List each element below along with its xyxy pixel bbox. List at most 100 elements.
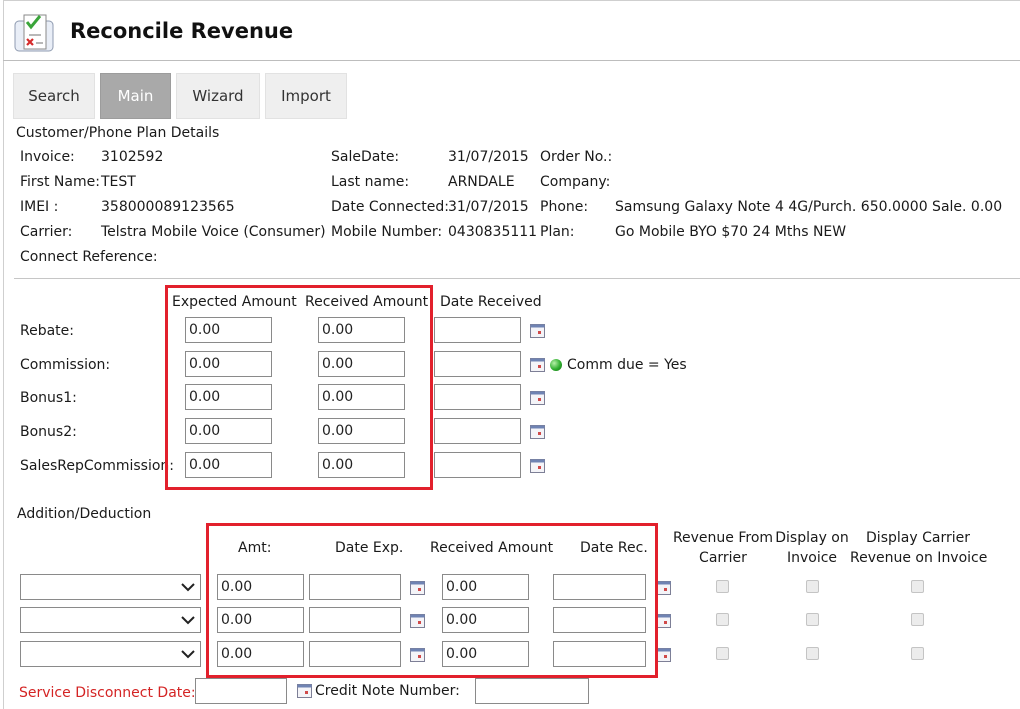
- addition-date-rec-input-2[interactable]: [553, 607, 646, 633]
- service-disconnect-date-input[interactable]: [195, 678, 287, 704]
- carrier-value: Telstra Mobile Voice (Consumer): [101, 224, 326, 240]
- credit-note-number-label: Credit Note Number:: [315, 683, 460, 699]
- calendar-icon[interactable]: [530, 324, 545, 338]
- date-rec-header: Date Rec.: [580, 540, 648, 556]
- tab-wizard-label: Wizard: [192, 87, 244, 105]
- calendar-icon[interactable]: [410, 614, 425, 628]
- calendar-icon[interactable]: [530, 459, 545, 473]
- commission-received-input[interactable]: [318, 351, 405, 377]
- bonus2-received-input[interactable]: [318, 418, 405, 444]
- addition-amt-input-1[interactable]: [217, 574, 304, 600]
- display-carrier-revenue-header-2: Revenue on Invoice: [850, 550, 988, 566]
- status-dot-icon: [550, 359, 562, 371]
- section-divider: [14, 278, 1020, 279]
- sale-date-value: 31/07/2015: [448, 149, 529, 165]
- display-carrier-revenue-checkbox-3[interactable]: [911, 647, 924, 660]
- revenue-from-carrier-checkbox-1[interactable]: [716, 580, 729, 593]
- commission-label: Commission:: [20, 357, 111, 373]
- received-amount-header: Received Amount: [305, 294, 429, 310]
- salesrep-commission-label: SalesRepCommission:: [20, 458, 174, 474]
- tab-wizard[interactable]: Wizard: [176, 73, 260, 119]
- mobile-number-value: 0430835111: [448, 224, 538, 240]
- addition-received-amount-input-2[interactable]: [442, 607, 529, 633]
- bonus2-expected-input[interactable]: [185, 418, 272, 444]
- date-connected-value: 31/07/2015: [448, 199, 529, 215]
- tab-search-label: Search: [28, 87, 80, 105]
- display-carrier-revenue-checkbox-1[interactable]: [911, 580, 924, 593]
- addition-date-exp-input-3[interactable]: [309, 641, 401, 667]
- bonus2-date-received-input[interactable]: [434, 418, 521, 444]
- calendar-icon[interactable]: [656, 648, 671, 662]
- salesrep-commission-expected-input[interactable]: [185, 452, 272, 478]
- checklist-icon: [14, 14, 54, 52]
- invoice-value: 3102592: [101, 149, 164, 165]
- received-amount-header-2: Received Amount: [430, 540, 554, 556]
- commission-date-received-input[interactable]: [434, 351, 521, 377]
- rebate-date-received-input[interactable]: [434, 317, 521, 343]
- display-on-invoice-header-2: Invoice: [786, 550, 838, 566]
- revenue-from-carrier-header-1: Revenue From: [672, 530, 774, 546]
- salesrep-commission-received-input[interactable]: [318, 452, 405, 478]
- phone-label: Phone:: [540, 199, 589, 215]
- calendar-icon[interactable]: [530, 391, 545, 405]
- phone-value: Samsung Galaxy Note 4 4G/Purch. 650.0000…: [615, 199, 1003, 215]
- tab-import-label: Import: [281, 87, 331, 105]
- details-section-title: Customer/Phone Plan Details: [16, 125, 220, 141]
- addition-date-exp-input-2[interactable]: [309, 607, 401, 633]
- addition-amt-input-3[interactable]: [217, 641, 304, 667]
- addition-amt-input-2[interactable]: [217, 607, 304, 633]
- connect-reference-label: Connect Reference:: [20, 249, 158, 265]
- company-label: Company:: [540, 174, 611, 190]
- first-name-value: TEST: [101, 174, 136, 190]
- calendar-icon[interactable]: [530, 425, 545, 439]
- header-divider: [3, 60, 1020, 61]
- date-exp-header: Date Exp.: [335, 540, 404, 556]
- bonus1-expected-input[interactable]: [185, 384, 272, 410]
- revenue-from-carrier-checkbox-3[interactable]: [716, 647, 729, 660]
- rebate-received-input[interactable]: [318, 317, 405, 343]
- addition-received-amount-input-3[interactable]: [442, 641, 529, 667]
- mobile-number-label: Mobile Number:: [331, 224, 443, 240]
- amt-header: Amt:: [238, 540, 272, 556]
- calendar-icon[interactable]: [410, 648, 425, 662]
- display-on-invoice-checkbox-2[interactable]: [806, 613, 819, 626]
- last-name-value: ARNDALE: [448, 174, 515, 190]
- calendar-icon[interactable]: [656, 614, 671, 628]
- addition-type-select-2[interactable]: [20, 607, 201, 633]
- window-top-border: [3, 0, 1020, 1]
- calendar-icon[interactable]: [656, 581, 671, 595]
- last-name-label: Last name:: [331, 174, 410, 190]
- tab-search[interactable]: Search: [13, 73, 95, 119]
- rebate-label: Rebate:: [20, 323, 74, 339]
- revenue-from-carrier-checkbox-2[interactable]: [716, 613, 729, 626]
- display-on-invoice-checkbox-1[interactable]: [806, 580, 819, 593]
- plan-label: Plan:: [540, 224, 575, 240]
- salesrep-commission-date-received-input[interactable]: [434, 452, 521, 478]
- addition-type-select-3[interactable]: [20, 641, 201, 667]
- addition-received-amount-input-1[interactable]: [442, 574, 529, 600]
- addition-date-rec-input-1[interactable]: [553, 574, 646, 600]
- display-on-invoice-header-1: Display on: [775, 530, 849, 546]
- display-carrier-revenue-checkbox-2[interactable]: [911, 613, 924, 626]
- invoice-label: Invoice:: [20, 149, 75, 165]
- bonus1-received-input[interactable]: [318, 384, 405, 410]
- addition-date-exp-input-1[interactable]: [309, 574, 401, 600]
- bonus1-date-received-input[interactable]: [434, 384, 521, 410]
- calendar-icon[interactable]: [410, 581, 425, 595]
- calendar-icon[interactable]: [530, 358, 545, 372]
- addition-section-title: Addition/Deduction: [17, 506, 152, 522]
- order-no-label: Order No.:: [540, 149, 613, 165]
- display-on-invoice-checkbox-3[interactable]: [806, 647, 819, 660]
- page-title: Reconcile Revenue: [70, 19, 294, 43]
- commission-expected-input[interactable]: [185, 351, 272, 377]
- sale-date-label: SaleDate:: [331, 149, 400, 165]
- tab-main[interactable]: Main: [100, 73, 171, 119]
- addition-date-rec-input-3[interactable]: [553, 641, 646, 667]
- comm-due-status: Comm due = Yes: [567, 357, 687, 373]
- rebate-expected-input[interactable]: [185, 317, 272, 343]
- tab-import[interactable]: Import: [265, 73, 347, 119]
- credit-note-number-input[interactable]: [475, 678, 589, 704]
- calendar-icon[interactable]: [297, 684, 312, 698]
- carrier-label: Carrier:: [20, 224, 73, 240]
- addition-type-select-1[interactable]: [20, 574, 201, 600]
